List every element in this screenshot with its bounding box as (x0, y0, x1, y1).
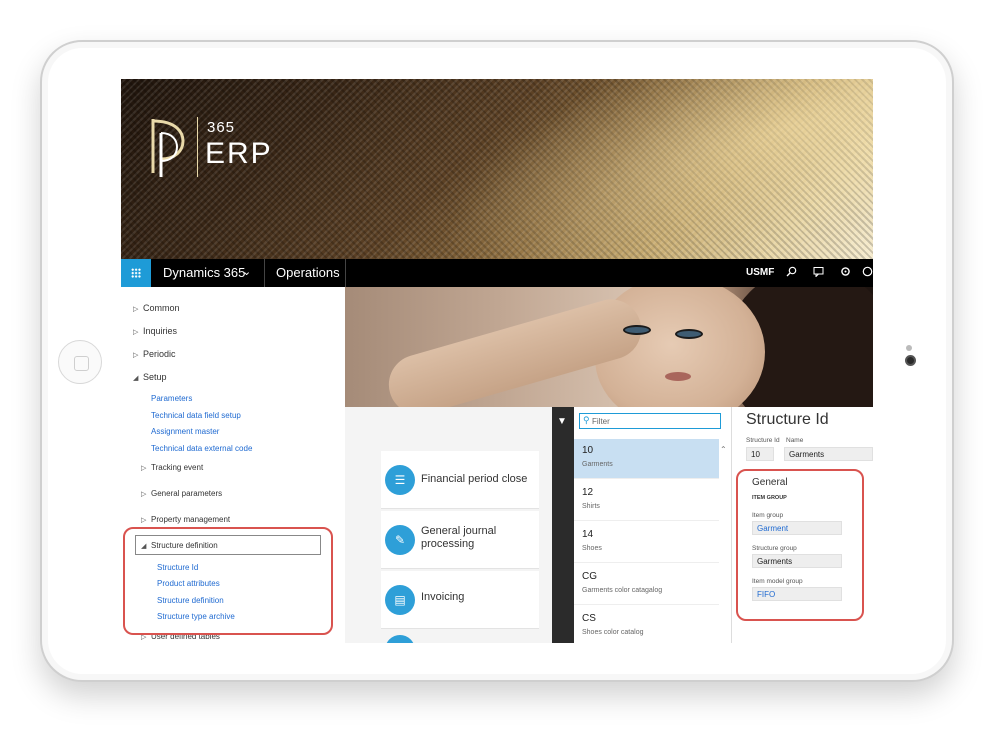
tile-icon-partial (385, 635, 415, 643)
app-switcher[interactable]: Dynamics 365 (163, 265, 245, 280)
workspace-tiles: ☰ Financial period close ✎ General journ… (345, 407, 552, 643)
module-label[interactable]: Operations (276, 265, 340, 280)
list-item[interactable]: 12 Shirts (574, 481, 719, 521)
camera-icon (905, 355, 916, 366)
tile-label: Financial period close (421, 473, 528, 485)
home-button[interactable] (58, 340, 102, 384)
list-icon: ☰ (385, 465, 415, 495)
sensor-dot (906, 345, 912, 351)
list-item-id: CG (582, 571, 597, 582)
link-technical-data-field-setup[interactable]: Technical data field setup (151, 411, 241, 420)
collapse-arrow-icon: ◢ (133, 375, 139, 382)
structure-id-field[interactable]: 10 (746, 447, 774, 461)
brand-banner: 365 ERP (121, 79, 873, 259)
help-icon[interactable] (859, 264, 873, 282)
link-assignment-master[interactable]: Assignment master (151, 427, 219, 436)
company-selector[interactable]: USMF (746, 267, 774, 278)
structure-list: ⚲ Filter 10 Garments 12 Shirts 14 Shoes … (574, 407, 732, 643)
navigation-pane: ▷ Common ▷ Inquiries ▷ Periodic ◢ Setup Para… (121, 287, 345, 643)
list-item-name: Shoes (582, 545, 602, 552)
expand-arrow-icon: ▷ (133, 352, 139, 359)
list-item-id: 14 (582, 529, 594, 540)
message-icon[interactable] (810, 264, 826, 282)
list-item[interactable]: 14 Shoes (574, 523, 719, 563)
tile-invoicing[interactable]: ▤ Invoicing (381, 571, 539, 629)
list-item-name: Garments (582, 461, 613, 468)
page-title: Structure Id (746, 411, 829, 428)
link-parameters[interactable]: Parameters (151, 394, 192, 403)
filter-placeholder: Filter (592, 417, 610, 426)
tree-item-periodic[interactable]: ▷ Periodic (133, 349, 176, 359)
tree-item-setup[interactable]: ◢ Setup (133, 372, 167, 382)
logo-icon (151, 119, 185, 177)
list-item[interactable]: CS Shoes color catalog (574, 607, 719, 643)
name-field[interactable]: Garments (784, 447, 873, 461)
chevron-down-icon[interactable]: ⌄ (242, 265, 251, 278)
expand-arrow-icon: ▷ (141, 491, 147, 498)
list-item-name: Shoes color catalog (582, 629, 644, 636)
list-item[interactable]: 10 Garments (574, 439, 719, 479)
expand-arrow-icon: ▷ (141, 465, 147, 472)
nav-divider (345, 259, 346, 287)
nav-divider (264, 259, 265, 287)
logo-divider (197, 117, 198, 177)
highlight-outline (736, 469, 864, 621)
expand-arrow-icon: ▷ (141, 517, 147, 524)
logo-number: 365 (207, 119, 236, 136)
search-icon: ⚲ (583, 415, 590, 425)
tile-label: General journal processing (421, 525, 497, 550)
hero-image (345, 287, 873, 407)
expand-arrow-icon: ▷ (133, 306, 139, 313)
waffle-icon[interactable] (121, 259, 151, 287)
settings-icon[interactable] (837, 264, 853, 282)
list-item-id: CS (582, 613, 596, 624)
highlight-outline (123, 527, 333, 635)
search-icon[interactable] (783, 264, 799, 282)
link-technical-data-external-code[interactable]: Technical data external code (151, 444, 252, 453)
invoice-icon: ▤ (385, 585, 415, 615)
structure-detail: Structure Id Structure Id Name 10 Garmen… (732, 407, 873, 643)
tree-item-general-parameters[interactable]: ▷ General parameters (141, 489, 222, 498)
scroll-up-icon[interactable]: ⌃ (720, 445, 727, 454)
list-item-id: 12 (582, 487, 594, 498)
tree-item-inquiries[interactable]: ▷ Inquiries (133, 326, 177, 336)
structure-id-label: Structure Id (746, 437, 780, 444)
journal-icon: ✎ (385, 525, 415, 555)
expand-arrow-icon: ▷ (133, 329, 139, 336)
name-label: Name (786, 437, 804, 444)
filter-icon[interactable]: ▼ (557, 416, 567, 427)
list-item-id: 10 (582, 445, 594, 456)
filter-input[interactable]: ⚲ Filter (579, 413, 721, 429)
tablet-screen: 365 ERP Dynamics 365 ⌄ Operations USMF ▷… (121, 79, 873, 643)
list-item[interactable]: CG Garments color catagalog (574, 565, 719, 605)
list-item-name: Shirts (582, 503, 600, 510)
top-navbar: Dynamics 365 ⌄ Operations USMF (121, 259, 873, 287)
tree-item-tracking-event[interactable]: ▷ Tracking event (141, 463, 203, 472)
tile-label: Invoicing (421, 591, 465, 603)
logo-name: ERP (205, 137, 273, 170)
tree-item-common[interactable]: ▷ Common (133, 303, 180, 313)
tile-general-journal-processing[interactable]: ✎ General journal processing (381, 511, 539, 569)
list-item-name: Garments color catagalog (582, 587, 663, 594)
tile-financial-period-close[interactable]: ☰ Financial period close (381, 451, 539, 509)
tree-item-property-management[interactable]: ▷ Property management (141, 515, 230, 524)
list-toolbar: ▼ (552, 407, 574, 643)
